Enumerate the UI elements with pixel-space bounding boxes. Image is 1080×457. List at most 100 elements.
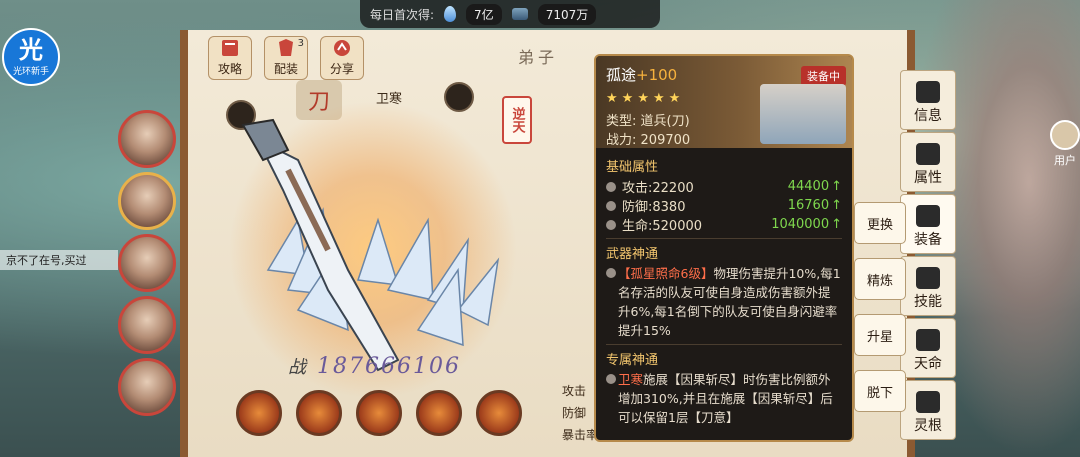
star-icon: ★ <box>652 91 665 106</box>
exclusive-skill-title: 专属神通 <box>606 353 659 368</box>
guanghuan-logo[interactable]: 光 光环新手 <box>2 28 60 86</box>
top-tabs: 攻略 3 配装 分享 <box>208 36 364 80</box>
power-value: 209700 <box>640 133 691 148</box>
skill-icon[interactable] <box>476 390 522 436</box>
user-center[interactable]: 用户 <box>1050 120 1080 168</box>
equipment-name-text: 孤途 <box>606 66 637 84</box>
divider <box>606 344 842 345</box>
bullet-icon <box>606 200 616 211</box>
equipment-header: 孤途+100 ★ ★ ★ ★ ★ 类型: 道兵(刀) 战力: 209700 装备… <box>596 56 852 148</box>
attr-bonus: 44400 <box>787 179 830 194</box>
armor-icon <box>279 39 293 56</box>
bullet-icon <box>606 268 616 278</box>
loadout-button[interactable]: 3 配装 <box>264 36 308 80</box>
tab-equipment-label: 装备 <box>914 232 942 248</box>
daily-first-label: 每日首次得: <box>370 7 435 22</box>
jade-drop-icon <box>444 6 457 22</box>
tab-equipment[interactable]: 装备 <box>900 194 956 254</box>
attr-row-defense: 防御:8380 16760 ↑ <box>606 196 842 215</box>
equipment-level: +100 <box>636 66 678 84</box>
user-center-label: 用户 <box>1054 154 1076 167</box>
star-icon: ★ <box>621 91 634 106</box>
silver-ingot-icon <box>511 8 528 20</box>
attr-label: 生命:520000 <box>622 219 703 234</box>
root-icon <box>916 391 940 413</box>
star-icon: ★ <box>637 91 649 106</box>
combat-power-label: 战 <box>288 357 308 378</box>
combat-power: 战 187666106 <box>288 353 461 379</box>
share-button[interactable]: 分享 <box>320 36 364 80</box>
disciple-portrait[interactable] <box>118 296 176 354</box>
unequip-button[interactable]: 脱下 <box>854 370 906 412</box>
guide-button[interactable]: 攻略 <box>208 36 252 80</box>
tab-spirit-root[interactable]: 灵根 <box>900 380 956 440</box>
bullet-icon <box>606 219 616 230</box>
silver-value: 7107万 <box>537 3 597 25</box>
side-chat-text: 京不了在号,买过 <box>0 250 118 270</box>
attr-row-attack: 攻击:22200 44400 ↑ <box>606 177 842 196</box>
star-icon: ★ <box>606 91 618 106</box>
arrow-up-icon: ↑ <box>831 217 842 232</box>
disciple-list <box>118 110 178 420</box>
equipment-tooltip: 孤途+100 ★ ★ ★ ★ ★ 类型: 道兵(刀) 战力: 209700 装备… <box>594 54 854 442</box>
star-up-button[interactable]: 升星 <box>854 314 906 356</box>
tab-spirit-root-label: 灵根 <box>914 418 942 434</box>
attr-label: 攻击:22200 <box>622 181 694 196</box>
attr-bonus: 1040000 <box>771 217 830 232</box>
skill-icon[interactable] <box>416 390 462 436</box>
skill-icon[interactable] <box>356 390 402 436</box>
eye-icon <box>916 329 940 351</box>
sword-icon <box>916 205 940 227</box>
tab-attributes-label: 属性 <box>914 170 942 186</box>
skill-row <box>236 390 522 436</box>
weapon-skill-desc: 【孤星照命6级】物理伤害提升10%,每1名存活的队友可使自身造成伤害额外提升6%… <box>606 264 842 340</box>
type-value: 道兵(刀) <box>640 114 690 129</box>
weapon-skill-title: 武器神通 <box>606 247 659 262</box>
stat-defense-label: 防御 <box>562 406 587 420</box>
tab-skills[interactable]: 技能 <box>900 256 956 316</box>
stat-attack-label: 攻击 <box>562 384 587 398</box>
figure-icon <box>916 143 940 165</box>
equipment-thumbnail <box>760 84 846 144</box>
star-icon: ★ <box>668 91 681 106</box>
currency-bar: 每日首次得: 7亿 7107万 <box>360 0 660 28</box>
tab-info[interactable]: 信息 <box>900 70 956 130</box>
bullet-icon <box>606 374 616 384</box>
share-icon <box>334 40 350 56</box>
attr-row-hp: 生命:520000 1040000 ↑ <box>606 215 842 234</box>
exclusive-skill-desc: 卫寒施展【因果斩尽】时伤害比例额外增加310%,并且在施展【因果斩尽】后可以保留… <box>606 370 842 427</box>
logo-text: 光环新手 <box>12 66 49 77</box>
power-label: 战力: <box>606 133 637 148</box>
jade-value: 7亿 <box>466 3 502 25</box>
tab-attributes[interactable]: 属性 <box>900 132 956 192</box>
disciple-portrait-selected[interactable] <box>118 172 176 230</box>
tab-skills-label: 技能 <box>914 294 942 310</box>
equipment-details: 基础属性 攻击:22200 44400 ↑ 防御:8380 16760 ↑ 生命:5… <box>596 148 852 431</box>
attr-bonus: 16760 <box>787 198 830 213</box>
stats-summary: 攻击 防御 暴击率 <box>562 380 598 446</box>
tab-destiny-label: 天命 <box>914 356 942 372</box>
loadout-badge: 3 <box>297 38 304 49</box>
arrow-up-icon: ↑ <box>831 198 842 213</box>
skill-icon[interactable] <box>236 390 282 436</box>
type-label: 类型: <box>606 114 637 129</box>
base-attributes-title: 基础属性 <box>606 160 659 175</box>
exclusive-hero-name: 卫寒 <box>618 372 644 387</box>
combat-power-value: 187666106 <box>317 354 461 379</box>
scroll-icon <box>916 81 940 103</box>
disciple-portrait[interactable] <box>118 234 176 292</box>
skill-icon[interactable] <box>296 390 342 436</box>
bullet-icon <box>606 181 616 192</box>
guide-label: 攻略 <box>217 62 242 76</box>
disciple-portrait[interactable] <box>118 358 176 416</box>
replace-button[interactable]: 更换 <box>854 202 906 244</box>
disciple-portrait[interactable] <box>118 110 176 168</box>
book-icon <box>222 40 238 56</box>
panel-title: 弟子 <box>518 48 559 67</box>
divider <box>606 238 842 239</box>
refine-button[interactable]: 精炼 <box>854 258 906 300</box>
weapon-skill-name: 【孤星照命6级】 <box>618 266 714 281</box>
arrow-up-icon: ↑ <box>831 179 842 194</box>
equipment-actions: 更换 精炼 升星 脱下 <box>854 202 906 426</box>
tab-destiny[interactable]: 天命 <box>900 318 956 378</box>
